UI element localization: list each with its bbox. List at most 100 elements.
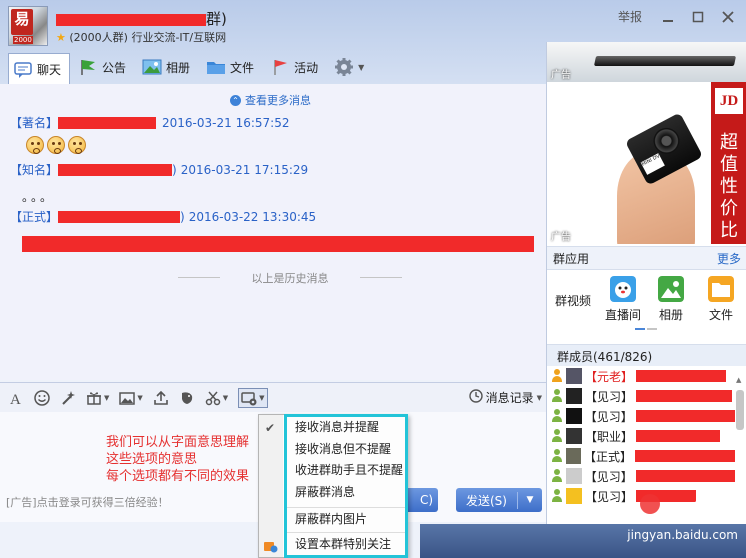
- image-button[interactable]: ▼: [119, 388, 143, 408]
- redacted-member-name: [634, 450, 735, 462]
- member-row[interactable]: 【正式】: [547, 446, 735, 466]
- scissors-button[interactable]: ▼: [205, 388, 228, 408]
- menu-item-block-images[interactable]: 屏蔽群内图片: [295, 509, 367, 529]
- upload-button[interactable]: [153, 388, 169, 408]
- ad-label: 广告: [551, 70, 571, 81]
- laptop-image: [593, 56, 737, 66]
- member-row[interactable]: 【职业】: [547, 426, 735, 446]
- star-icon: ★: [56, 31, 66, 44]
- redacted-sender: [58, 210, 181, 223]
- redacted-member-name: [635, 470, 735, 482]
- ad-banner-camera[interactable]: MINI DV JD 超 值 性 价 比 广告: [547, 82, 746, 244]
- magic-wand-icon: [60, 390, 76, 406]
- message-record-label: 消息记录: [485, 391, 534, 405]
- message-record-button[interactable]: 消息记录 ▼: [468, 389, 542, 406]
- ad-label: 广告: [551, 232, 571, 243]
- live-room-icon: [610, 276, 636, 302]
- tab-announcement[interactable]: 公告: [74, 53, 134, 81]
- shake-button[interactable]: [179, 388, 195, 408]
- menu-item-special-follow[interactable]: 设置本群特别关注: [295, 534, 391, 554]
- font-button[interactable]: A: [8, 388, 24, 408]
- member-icon: [551, 389, 563, 403]
- chevron-down-icon: ▼: [358, 62, 365, 72]
- menu-item-block-messages[interactable]: 屏蔽群消息: [295, 482, 355, 502]
- app-pager[interactable]: [635, 328, 657, 330]
- group-avatar[interactable]: 易 2000: [8, 6, 48, 46]
- message-header: 【正式】 ) 2016-03-22 13:30:45: [10, 208, 316, 225]
- emoji-row: [26, 136, 86, 154]
- member-row[interactable]: 【元老】: [547, 366, 735, 386]
- magic-button[interactable]: [60, 388, 76, 408]
- member-icon: [551, 449, 563, 463]
- menu-item-receive-silent[interactable]: 接收消息但不提醒: [295, 439, 391, 459]
- menu-item-receive-notify[interactable]: 接收消息并提醒: [295, 417, 379, 437]
- screenshot-button[interactable]: ▼: [86, 388, 109, 408]
- member-row[interactable]: 【见习】: [547, 386, 735, 406]
- tab-album[interactable]: 相册: [138, 53, 198, 81]
- font-icon: A: [8, 390, 24, 408]
- message-time: 2016-03-22 13:30:45: [188, 209, 317, 224]
- ad-text-link[interactable]: [广告]点击登录可获得三倍经验！: [6, 494, 169, 510]
- group-video-button[interactable]: 群视频: [555, 292, 591, 309]
- avatar: [566, 488, 582, 504]
- photo-icon: [142, 58, 162, 76]
- member-row[interactable]: 【见习】: [547, 406, 735, 426]
- report-button[interactable]: 举报: [618, 8, 642, 25]
- scroll-thumb[interactable]: [736, 390, 744, 430]
- app-live[interactable]: 直播间: [603, 276, 643, 323]
- message-text: 。。。: [22, 190, 56, 204]
- view-more-link[interactable]: ⌃ 查看更多消息: [230, 92, 311, 108]
- redacted-member-name: [636, 370, 727, 382]
- group-apps-header: 群应用 更多: [547, 246, 746, 270]
- member-role: 【见习】: [584, 469, 633, 484]
- history-divider: 以上是历史消息: [170, 270, 410, 286]
- tab-activity[interactable]: 活动: [266, 53, 326, 81]
- scissors-icon: [205, 390, 221, 406]
- scroll-up-icon[interactable]: ▲: [736, 376, 741, 384]
- tab-files[interactable]: 文件: [202, 53, 262, 81]
- jd-slogan-char: 性: [720, 176, 738, 197]
- chevron-down-icon: ▼: [222, 393, 229, 402]
- app-files[interactable]: 文件: [701, 276, 741, 323]
- app-live-label: 直播间: [604, 308, 641, 322]
- avatar: [566, 368, 582, 384]
- avatar: [566, 388, 582, 404]
- message-setting-button[interactable]: ▼: [238, 387, 268, 408]
- minimize-icon[interactable]: [660, 10, 676, 24]
- tab-album-label: 相册: [166, 60, 191, 75]
- group-logo-year: 2000: [13, 36, 33, 44]
- redacted-message: [22, 236, 534, 252]
- redacted-sender: [58, 116, 157, 129]
- qq-group-chat-window: 易 2000 群) ★ (2000人群) 行业交流-IT/互联网 举报 聊天 公…: [0, 0, 746, 558]
- jd-ad-strip: JD 超 值 性 价 比: [711, 82, 746, 244]
- app-album[interactable]: 相册: [651, 276, 691, 323]
- more-link[interactable]: 更多: [717, 250, 741, 267]
- redacted-group-name: [56, 13, 206, 26]
- menu-item-group-assistant[interactable]: 收进群助手且不提醒: [295, 460, 403, 480]
- member-row[interactable]: 【见习】: [547, 466, 735, 486]
- avatar: [566, 428, 582, 444]
- redacted-sender: [58, 163, 173, 176]
- right-panel: 广告 MINI DV JD 超 值 性 价 比 广告 群应用 更多 群视频 直播…: [546, 42, 746, 558]
- send-button[interactable]: 发送(S) ▼: [456, 488, 542, 512]
- smile-icon: [34, 389, 50, 406]
- chevron-down-icon[interactable]: ▼: [518, 495, 542, 505]
- image-icon: [119, 390, 136, 406]
- chat-history[interactable]: ⌃ 查看更多消息 【著名】 2016-03-21 16:57:52 【知名】 )…: [0, 84, 546, 380]
- send-label: 发送(S): [456, 491, 518, 509]
- emoji-button[interactable]: [34, 388, 50, 408]
- ad-banner-laptop[interactable]: 广告: [547, 42, 746, 82]
- close-icon[interactable]: [720, 10, 736, 24]
- redacted-member-name: [635, 410, 735, 422]
- settings-menu[interactable]: ▼: [330, 53, 372, 81]
- bird-icon: [179, 390, 195, 406]
- tab-chat[interactable]: 聊天: [8, 53, 71, 85]
- member-list[interactable]: 【元老】 【见习】 【见习】 【职业】 【正式】 【见习】 【见习】: [547, 366, 735, 506]
- message-time: 2016-03-21 17:15:29: [180, 162, 309, 177]
- maximize-icon[interactable]: [690, 10, 706, 24]
- tutorial-annotation: 我们可以从字面意思理解 这些选项的意思 每个选项都有不同的效果: [106, 434, 249, 485]
- avatar: [565, 408, 582, 424]
- shocked-emoji-icon: [47, 136, 65, 154]
- member-icon: [551, 429, 563, 443]
- jd-slogan: 超 值 性 价 比: [711, 132, 746, 242]
